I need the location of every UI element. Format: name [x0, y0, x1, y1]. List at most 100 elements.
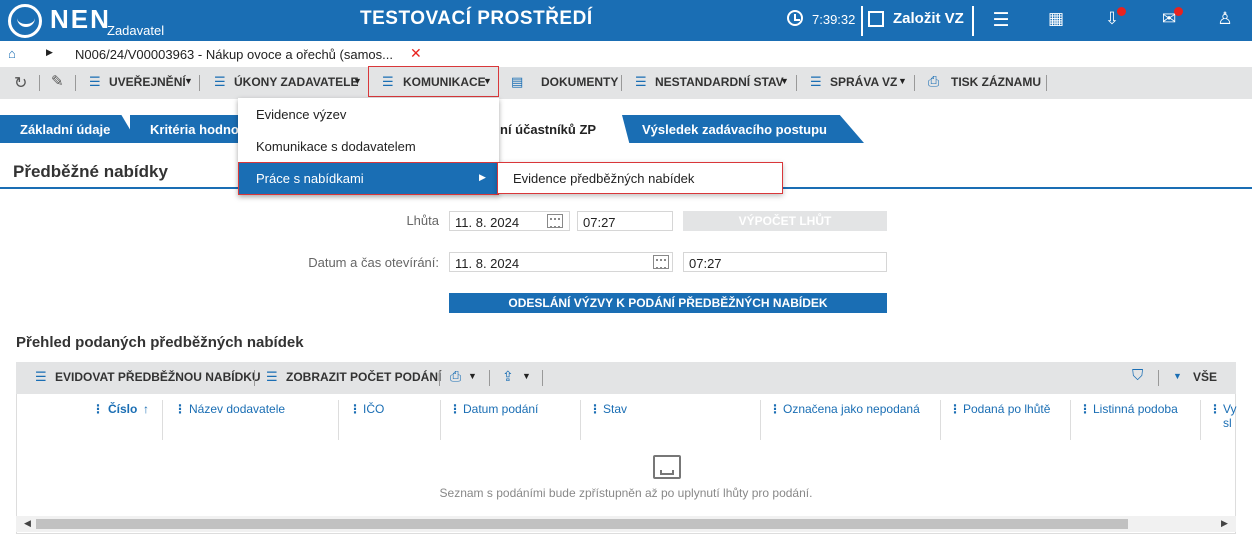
- filter-icon[interactable]: ⛉: [1132, 367, 1143, 384]
- column-header-datum-podani[interactable]: Datum podání: [463, 402, 538, 416]
- list-icon: ☰: [214, 74, 226, 89]
- column-divider: [1200, 400, 1201, 440]
- toolbar-divider: [39, 75, 40, 91]
- tab-ucastniku-zp[interactable]: ní účastníků ZP: [482, 115, 630, 143]
- calculate-deadlines-button[interactable]: VÝPOČET LHŮT: [683, 211, 887, 231]
- create-vz-button[interactable]: Založit VZ: [893, 10, 964, 27]
- column-divider: [1070, 400, 1071, 440]
- chevron-down-icon: ▼: [468, 371, 477, 381]
- toolbar-dokumenty[interactable]: DOKUMENTY: [541, 75, 618, 89]
- pencil-icon[interactable]: ✎: [51, 72, 64, 90]
- toolbar-nestandardni-stav[interactable]: NESTANDARDNÍ STAV: [655, 75, 784, 89]
- menu-item-komunikace-s-dodavatelem[interactable]: Komunikace s dodavatelem: [256, 139, 416, 154]
- empty-tray-icon: [653, 455, 681, 479]
- column-menu-icon[interactable]: ⋮: [769, 402, 781, 416]
- close-icon[interactable]: ✕: [410, 45, 422, 62]
- column-header-truncated[interactable]: Vy: [1223, 402, 1237, 416]
- app-header: NEN Zadavatel TESTOVACÍ PROSTŘEDÍ 7:39:3…: [0, 0, 1252, 41]
- header-divider: [861, 6, 863, 36]
- column-menu-icon[interactable]: ⋮: [1079, 402, 1091, 416]
- toolbar-ukony-zadavatele[interactable]: ÚKONY ZADAVATELE: [234, 75, 358, 89]
- main-toolbar: ↻ ✎ ☰ UVEŘEJNĚNÍ ▼ ☰ ÚKONY ZADAVATELE ▼ …: [0, 66, 1252, 99]
- chevron-down-icon: ▼: [898, 76, 907, 86]
- column-menu-icon[interactable]: ⋮: [349, 402, 361, 416]
- refresh-icon[interactable]: ↻: [14, 73, 27, 93]
- column-header-listinna-podoba[interactable]: Listinná podoba: [1093, 402, 1178, 416]
- menu-item-prace-s-nabidkami[interactable]: Práce s nabídkami ▶: [238, 162, 499, 195]
- column-header-truncated-line2: sl: [1223, 416, 1232, 430]
- app-logo-subtitle: Zadavatel: [107, 23, 165, 38]
- notification-dot: [1174, 7, 1183, 16]
- section-title: Předběžné nabídky: [13, 162, 168, 181]
- scroll-right-icon[interactable]: ▶: [1221, 518, 1228, 529]
- view-all-selector[interactable]: VŠE: [1193, 370, 1217, 384]
- document-icon: ▤: [511, 74, 524, 89]
- column-menu-icon[interactable]: ⋮: [1209, 402, 1221, 416]
- chevron-down-icon: ▼: [184, 76, 193, 86]
- column-menu-icon[interactable]: ⋮: [449, 402, 461, 416]
- edit-icon[interactable]: [868, 11, 884, 27]
- horizontal-scrollbar[interactable]: ◀ ▶: [16, 516, 1236, 532]
- calculator-icon[interactable]: ▦: [1044, 9, 1068, 29]
- export-icon[interactable]: ⇪: [502, 368, 514, 385]
- show-count-button[interactable]: ZOBRAZIT POČET PODÁNÍ: [286, 370, 441, 384]
- toolbar-sprava-vz[interactable]: SPRÁVA VZ: [830, 75, 897, 89]
- column-header-ico[interactable]: IČO: [363, 402, 384, 416]
- grid-toolbar: ☰ EVIDOVAT PŘEDBĚŽNOU NABÍDKU ☰ ZOBRAZIT…: [16, 362, 1236, 394]
- home-icon[interactable]: ⌂: [8, 46, 16, 61]
- chevron-down-icon: ▼: [522, 371, 531, 381]
- menu-icon[interactable]: ☰: [989, 9, 1013, 32]
- opening-time-input[interactable]: 07:27: [683, 252, 887, 272]
- tab-zakladni-udaje[interactable]: Základní údaje: [0, 115, 138, 143]
- deadline-label: Lhůta: [406, 213, 439, 228]
- menu-item-evidence-predbeznych-nabidek[interactable]: Evidence předběžných nabídek: [513, 171, 694, 186]
- nen-logo-icon[interactable]: [8, 4, 42, 38]
- column-menu-icon[interactable]: ⋮: [174, 402, 186, 416]
- clock-icon: [787, 10, 803, 26]
- header-divider: [972, 6, 974, 36]
- record-preliminary-offer-button[interactable]: EVIDOVAT PŘEDBĚŽNOU NABÍDKU: [55, 370, 261, 384]
- column-menu-icon[interactable]: ⋮: [589, 402, 601, 416]
- deadline-time-input[interactable]: 07:27: [577, 211, 673, 231]
- opening-date-input[interactable]: 11. 8. 2024: [449, 252, 673, 272]
- toolbar-tisk-zaznamu[interactable]: TISK ZÁZNAMU: [951, 75, 1041, 89]
- column-header-podana-po-lhute[interactable]: Podaná po lhůtě: [963, 402, 1050, 416]
- column-header-oznacena-jako-nepodana[interactable]: Označena jako nepodaná: [783, 402, 920, 416]
- scroll-left-icon[interactable]: ◀: [24, 518, 31, 529]
- breadcrumb-title[interactable]: N006/24/V00003963 - Nákup ovoce a ořechů…: [75, 47, 393, 62]
- toolbar-uverejneni[interactable]: UVEŘEJNĚNÍ: [109, 75, 186, 89]
- toolbar-komunikace[interactable]: KOMUNIKACE: [403, 75, 486, 89]
- menu-item-evidence-vyzev[interactable]: Evidence výzev: [256, 107, 346, 122]
- toolbar-divider: [199, 75, 200, 91]
- menu-item-label: Práce s nabídkami: [256, 171, 364, 186]
- list-icon: ☰: [635, 74, 647, 89]
- column-header-nazev-dodavatele[interactable]: Název dodavatele: [189, 402, 285, 416]
- chevron-down-icon[interactable]: ▼: [1173, 371, 1182, 381]
- column-header-stav[interactable]: Stav: [603, 402, 627, 416]
- column-divider: [940, 400, 941, 440]
- column-divider: [338, 400, 339, 440]
- toolbar-divider: [1046, 75, 1047, 91]
- column-divider: [580, 400, 581, 440]
- column-menu-icon[interactable]: ⋮: [92, 402, 104, 416]
- column-menu-icon[interactable]: ⋮: [949, 402, 961, 416]
- list-icon: ☰: [266, 369, 278, 384]
- submenu: Evidence předběžných nabídek: [497, 162, 783, 194]
- chevron-right-icon: ▶: [479, 172, 486, 182]
- tab-bar: Základní údaje Kritéria hodno ní účastní…: [0, 115, 1252, 143]
- printer-icon[interactable]: ⎙: [450, 368, 461, 385]
- toolbar-divider: [254, 370, 255, 386]
- app-logo[interactable]: NEN: [50, 4, 111, 35]
- list-icon: ☰: [35, 369, 47, 384]
- column-header-cislo[interactable]: Číslo: [108, 402, 137, 416]
- calendar-icon[interactable]: [547, 214, 563, 228]
- scrollbar-thumb[interactable]: [36, 519, 1128, 529]
- grid-title: Přehled podaných předběžných nabídek: [16, 334, 304, 351]
- send-invitation-button[interactable]: ODESLÁNÍ VÝZVY K PODÁNÍ PŘEDBĚŽNÝCH NABÍ…: [449, 293, 887, 313]
- calendar-icon[interactable]: [653, 255, 669, 269]
- user-icon[interactable]: ♙: [1213, 9, 1237, 29]
- breadcrumb: ⌂ ▶ N006/24/V00003963 - Nákup ovoce a oř…: [0, 41, 1252, 67]
- tab-vysledek-zadavaciho-postupu[interactable]: Výsledek zadávacího postupu: [622, 115, 864, 143]
- toolbar-divider: [75, 75, 76, 91]
- toolbar-divider: [542, 370, 543, 386]
